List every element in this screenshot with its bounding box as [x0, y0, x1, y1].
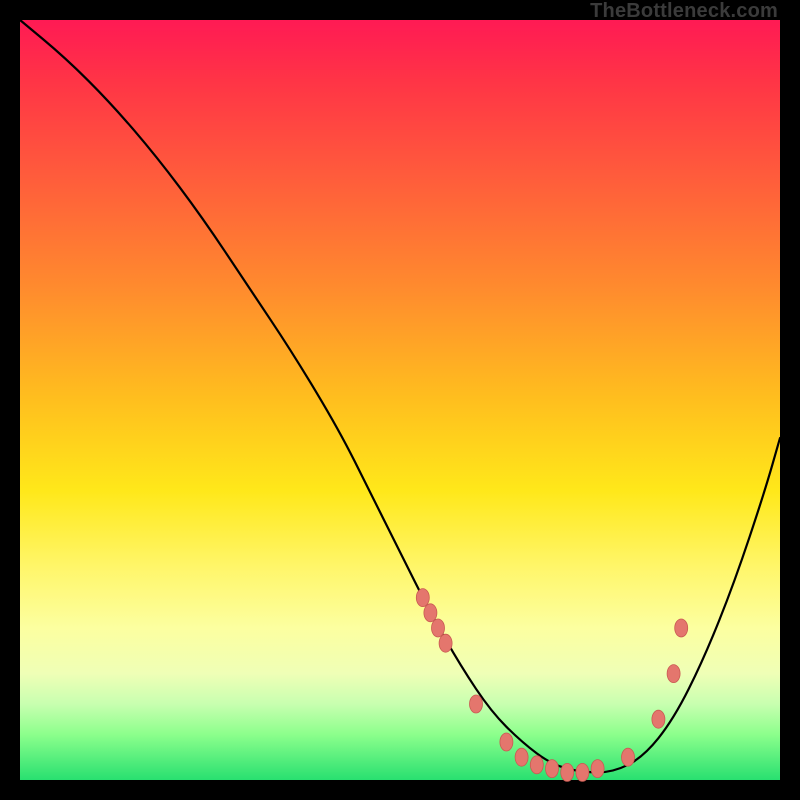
- marker-dot: [530, 756, 543, 774]
- marker-dot: [439, 634, 452, 652]
- marker-dot: [515, 748, 528, 766]
- marker-dot: [561, 763, 574, 781]
- marker-dot: [667, 665, 680, 683]
- marker-dot: [652, 710, 665, 728]
- marker-dot: [675, 619, 688, 637]
- chart-plot: [20, 20, 780, 780]
- marker-dot: [591, 760, 604, 778]
- marker-dot: [424, 604, 437, 622]
- bottleneck-curve: [20, 20, 780, 772]
- chart-frame: [20, 20, 780, 780]
- marker-dot: [546, 760, 559, 778]
- marker-dot: [432, 619, 445, 637]
- marker-dot: [622, 748, 635, 766]
- marker-dot: [416, 589, 429, 607]
- highlighted-points: [416, 589, 687, 782]
- marker-dot: [470, 695, 483, 713]
- marker-dot: [500, 733, 513, 751]
- marker-dot: [576, 763, 589, 781]
